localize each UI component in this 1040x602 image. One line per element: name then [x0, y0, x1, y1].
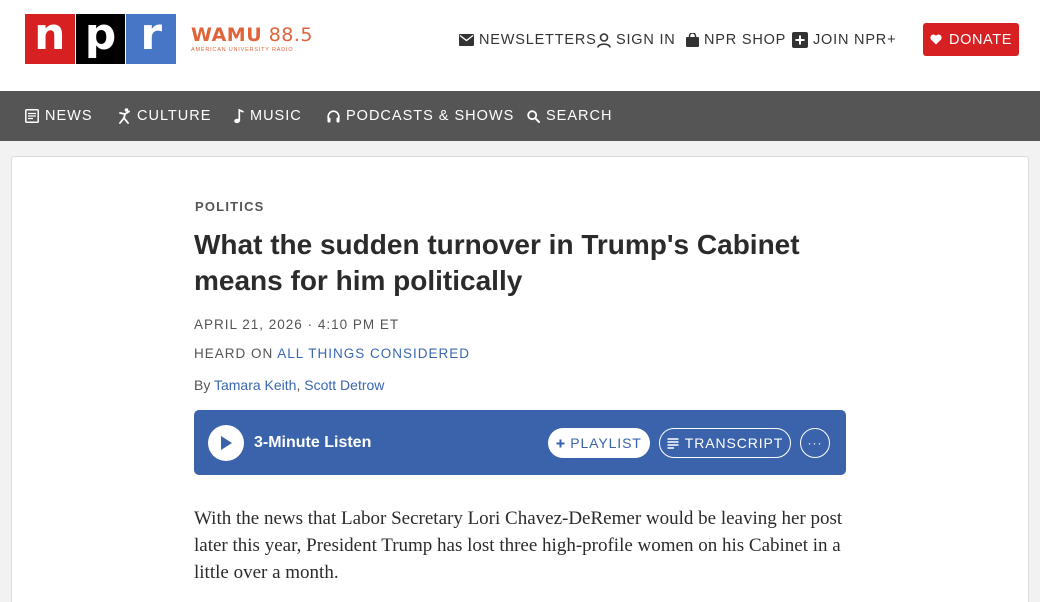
headphones-icon: [327, 109, 340, 122]
nav-item-news[interactable]: NEWS: [25, 91, 93, 141]
plus-icon: [556, 439, 565, 447]
donate-label: DONATE: [949, 31, 1012, 48]
play-button[interactable]: [208, 425, 244, 461]
listen-duration-label: 3-Minute Listen: [254, 434, 372, 451]
sign-in-label: SIGN IN: [616, 32, 676, 48]
heart-icon: [930, 34, 942, 45]
more-options-button[interactable]: ···: [800, 428, 830, 458]
newspaper-icon: [25, 109, 39, 123]
nav-item-search[interactable]: SEARCH: [527, 91, 612, 141]
author-link-tamara-keith[interactable]: Tamara Keith: [214, 377, 296, 393]
byline-prefix: By: [194, 377, 214, 393]
dancer-icon: [119, 108, 130, 124]
newsletters-link[interactable]: NEWSLETTERS: [459, 30, 597, 50]
logo-letter-p: p: [75, 13, 126, 64]
shopping-bag-icon: [686, 33, 699, 47]
nav-search-label: SEARCH: [546, 108, 613, 124]
heard-on-line: HEARD ON ALL THINGS CONSIDERED: [194, 346, 470, 361]
show-link-all-things-considered[interactable]: ALL THINGS CONSIDERED: [277, 346, 470, 361]
article-dateline: APRIL 21, 2026 · 4:10 PM ET: [194, 317, 400, 332]
transcript-lines-icon: [667, 437, 679, 449]
nav-item-podcasts-shows[interactable]: PODCASTS & SHOWS: [327, 91, 514, 141]
sign-in-link[interactable]: SIGN IN: [597, 30, 676, 50]
article-body-paragraph: With the news that Labor Secretary Lori …: [194, 508, 843, 583]
play-icon: [221, 436, 232, 450]
music-note-icon: [234, 108, 244, 123]
article-headline: What the sudden turnover in Trump's Cabi…: [194, 229, 800, 296]
nav-music-label: MUSIC: [250, 108, 302, 124]
transcript-label: TRANSCRIPT: [684, 435, 784, 451]
plus-box-icon: [792, 32, 808, 48]
site-header: n p r WAMU 88.5 AMERICAN UNIVERSITY RADI…: [0, 0, 1040, 91]
nav-item-music[interactable]: MUSIC: [234, 91, 302, 141]
audio-player: 3-Minute Listen PLAYLIST TRANSCRIPT ···: [194, 410, 846, 475]
npr-shop-label: NPR SHOP: [704, 32, 787, 48]
join-npr-plus-label: JOIN NPR+: [813, 32, 897, 48]
article-section-link[interactable]: POLITICS: [195, 199, 265, 214]
station-logo[interactable]: WAMU 88.5 AMERICAN UNIVERSITY RADIO: [191, 24, 313, 53]
station-frequency: 88.5: [268, 24, 314, 46]
user-icon: [597, 32, 611, 48]
main-navigation: NEWS CULTURE MUSIC PODCASTS & SHOWS SEAR…: [0, 91, 1040, 141]
npr-shop-link[interactable]: NPR SHOP: [686, 30, 786, 50]
more-options-icon: ···: [807, 436, 823, 450]
nav-podcasts-shows-label: PODCASTS & SHOWS: [346, 108, 515, 124]
transcript-button[interactable]: TRANSCRIPT: [659, 428, 791, 458]
nav-news-label: NEWS: [45, 108, 93, 124]
station-tagline: AMERICAN UNIVERSITY RADIO: [191, 47, 294, 53]
station-call: WAMU: [191, 24, 263, 46]
heard-on-prefix: HEARD ON: [194, 346, 278, 361]
envelope-icon: [459, 34, 474, 46]
nav-item-culture[interactable]: CULTURE: [119, 91, 211, 141]
station-name: WAMU 88.5: [191, 24, 313, 46]
logo-letter-r: r: [126, 13, 177, 64]
search-icon: [527, 109, 540, 123]
logo-letter-n: n: [25, 13, 75, 64]
author-link-scott-detrow[interactable]: Scott Detrow: [304, 377, 384, 393]
join-npr-plus-link[interactable]: JOIN NPR+: [792, 30, 896, 50]
nav-culture-label: CULTURE: [137, 108, 212, 124]
npr-logo[interactable]: n p r: [25, 13, 177, 64]
article-byline: By Tamara Keith, Scott Detrow: [194, 377, 384, 393]
newsletters-label: NEWSLETTERS: [479, 32, 597, 48]
donate-button[interactable]: DONATE: [923, 23, 1019, 56]
playlist-label: PLAYLIST: [570, 435, 642, 451]
add-to-playlist-button[interactable]: PLAYLIST: [548, 428, 650, 458]
